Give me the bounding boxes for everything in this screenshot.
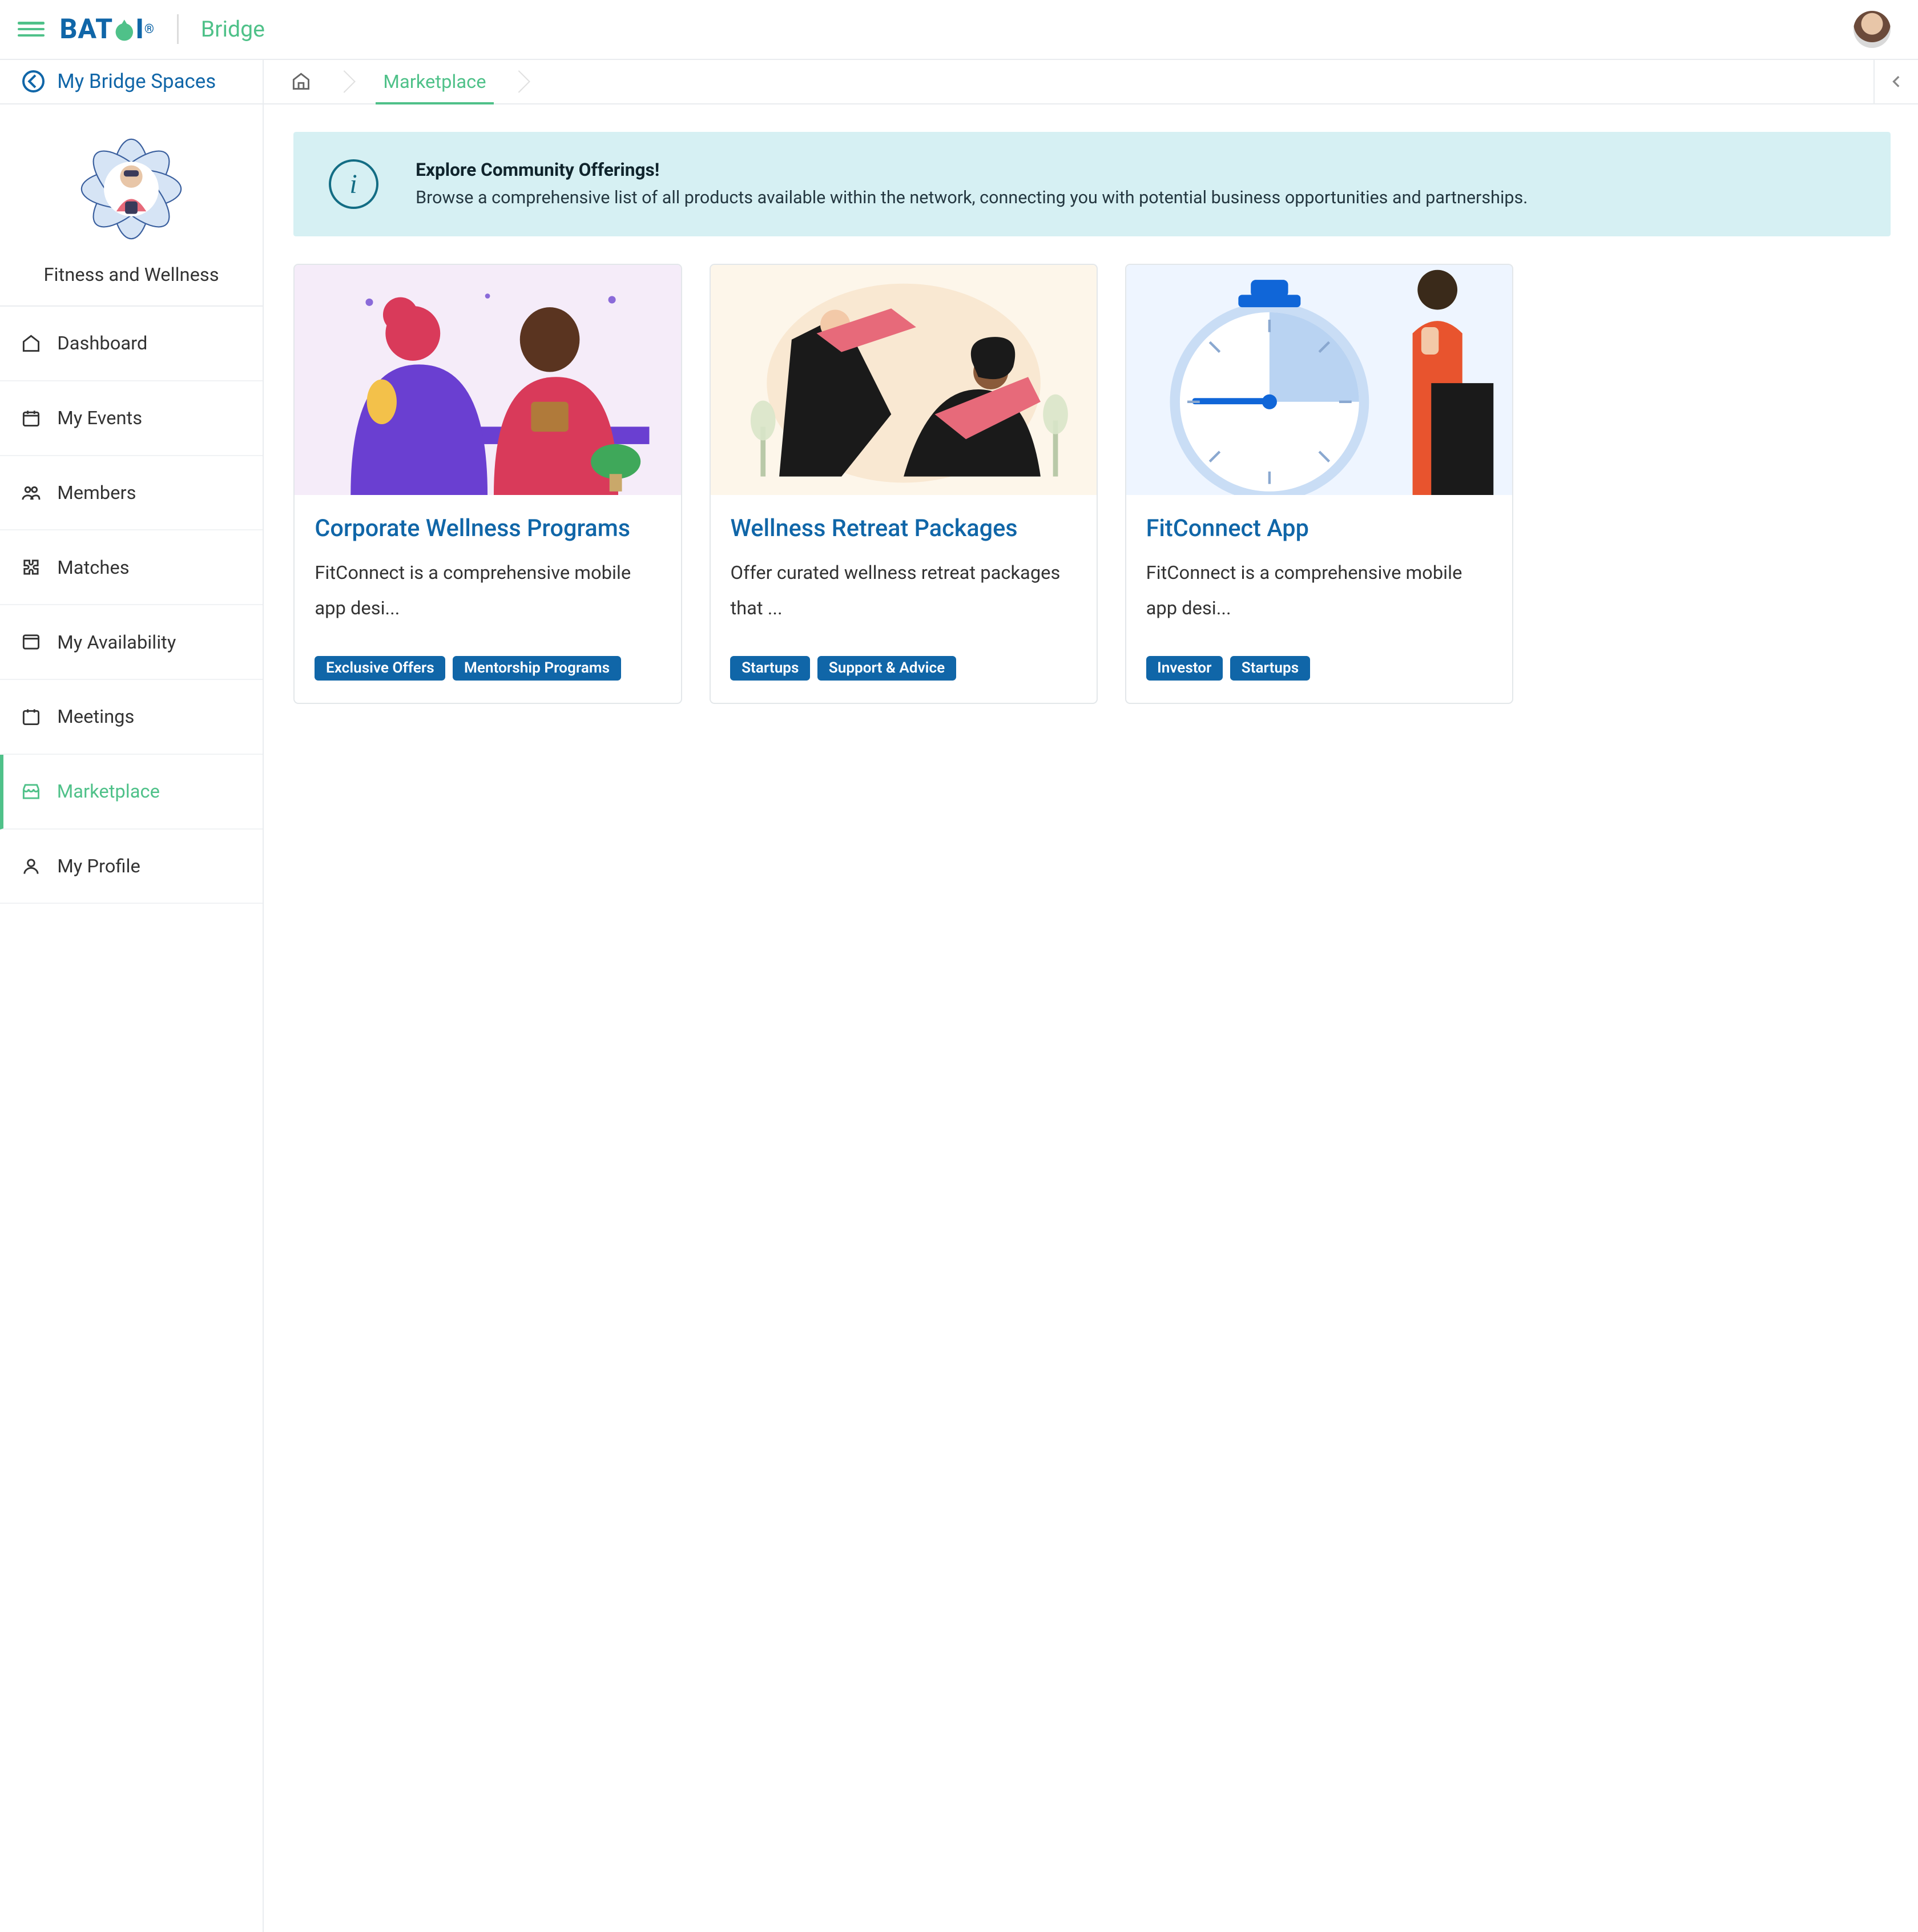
space-title: Fitness and Wellness	[43, 264, 219, 285]
breadcrumb-sep-icon	[336, 60, 358, 103]
marketplace-card: Corporate Wellness Programs FitConnect i…	[293, 264, 682, 704]
profile-icon	[20, 855, 42, 877]
nav-meetings[interactable]: Meetings	[0, 680, 263, 755]
marketplace-card: FitConnect App FitConnect is a comprehen…	[1125, 264, 1513, 704]
calendar-icon	[20, 407, 42, 429]
collapse-panel-button[interactable]	[1873, 60, 1918, 103]
nav-my-events[interactable]: My Events	[0, 381, 263, 456]
info-banner: i Explore Community Offerings! Browse a …	[293, 132, 1891, 236]
banner-title: Explore Community Offerings!	[416, 159, 1528, 180]
main-content: i Explore Community Offerings! Browse a …	[264, 104, 1918, 1932]
sidebar: Fitness and Wellness Dashboard My Events…	[0, 104, 264, 1932]
calendar-icon	[20, 706, 42, 728]
card-description: FitConnect is a comprehensive mobile app…	[1146, 555, 1492, 626]
card-tags: Investor Startups	[1146, 656, 1492, 681]
tag[interactable]: Exclusive Offers	[315, 656, 445, 681]
nav-my-availability[interactable]: My Availability	[0, 605, 263, 680]
space-avatar	[69, 127, 194, 251]
marketplace-card: Wellness Retreat Packages Offer curated …	[710, 264, 1098, 704]
my-bridge-spaces-button[interactable]: My Bridge Spaces	[0, 60, 264, 103]
card-image	[295, 265, 680, 495]
breadcrumbs: Marketplace	[264, 60, 1873, 103]
users-icon	[20, 481, 42, 504]
tag[interactable]: Investor	[1146, 656, 1223, 681]
tag[interactable]: Support & Advice	[817, 656, 956, 681]
back-icon	[22, 70, 45, 92]
store-icon	[19, 780, 42, 803]
breadcrumb-sep-icon	[511, 60, 533, 103]
hamburger-icon[interactable]	[18, 15, 45, 43]
availability-icon	[20, 631, 42, 653]
nav-members[interactable]: Members	[0, 456, 263, 531]
nav-my-profile[interactable]: My Profile	[0, 830, 263, 904]
tag[interactable]: Startups	[730, 656, 810, 681]
card-image	[711, 265, 1097, 495]
card-description: Offer curated wellness retreat packages …	[730, 555, 1076, 626]
brand-logo[interactable]: BAT I® Bridge	[60, 13, 265, 45]
secondbar: My Bridge Spaces Marketplace	[0, 60, 1918, 104]
nav-matches[interactable]: Matches	[0, 530, 263, 605]
home-icon	[20, 332, 42, 355]
nav-marketplace[interactable]: Marketplace	[0, 755, 263, 830]
user-avatar[interactable]	[1853, 11, 1891, 48]
topbar: BAT I® Bridge	[0, 0, 1918, 60]
info-icon: i	[329, 159, 378, 209]
banner-description: Browse a comprehensive list of all produ…	[416, 188, 1528, 208]
info-text: Explore Community Offerings! Browse a co…	[416, 159, 1528, 208]
card-tags: Exclusive Offers Mentorship Programs	[315, 656, 660, 681]
tag[interactable]: Startups	[1230, 656, 1310, 681]
breadcrumb-home[interactable]	[264, 60, 336, 103]
marketplace-cards: Corporate Wellness Programs FitConnect i…	[293, 264, 1513, 704]
card-image	[1126, 265, 1512, 495]
tag[interactable]: Mentorship Programs	[453, 656, 620, 681]
spaces-label: My Bridge Spaces	[57, 70, 216, 93]
breadcrumb-marketplace[interactable]: Marketplace	[358, 60, 511, 103]
topbar-left: BAT I® Bridge	[18, 13, 265, 45]
card-title-link[interactable]: Wellness Retreat Packages	[730, 515, 1076, 542]
puzzle-icon	[20, 556, 42, 578]
layout: Fitness and Wellness Dashboard My Events…	[0, 104, 1918, 1932]
card-description: FitConnect is a comprehensive mobile app…	[315, 555, 660, 626]
space-header: Fitness and Wellness	[0, 104, 263, 307]
nav-dashboard[interactable]: Dashboard	[0, 307, 263, 381]
logo-text: BAT I®	[60, 13, 155, 45]
sidebar-nav: Dashboard My Events Members Matches My A…	[0, 307, 263, 904]
card-title-link[interactable]: Corporate Wellness Programs	[315, 515, 660, 542]
product-name: Bridge	[201, 16, 265, 42]
card-title-link[interactable]: FitConnect App	[1146, 515, 1492, 542]
card-tags: Startups Support & Advice	[730, 656, 1076, 681]
